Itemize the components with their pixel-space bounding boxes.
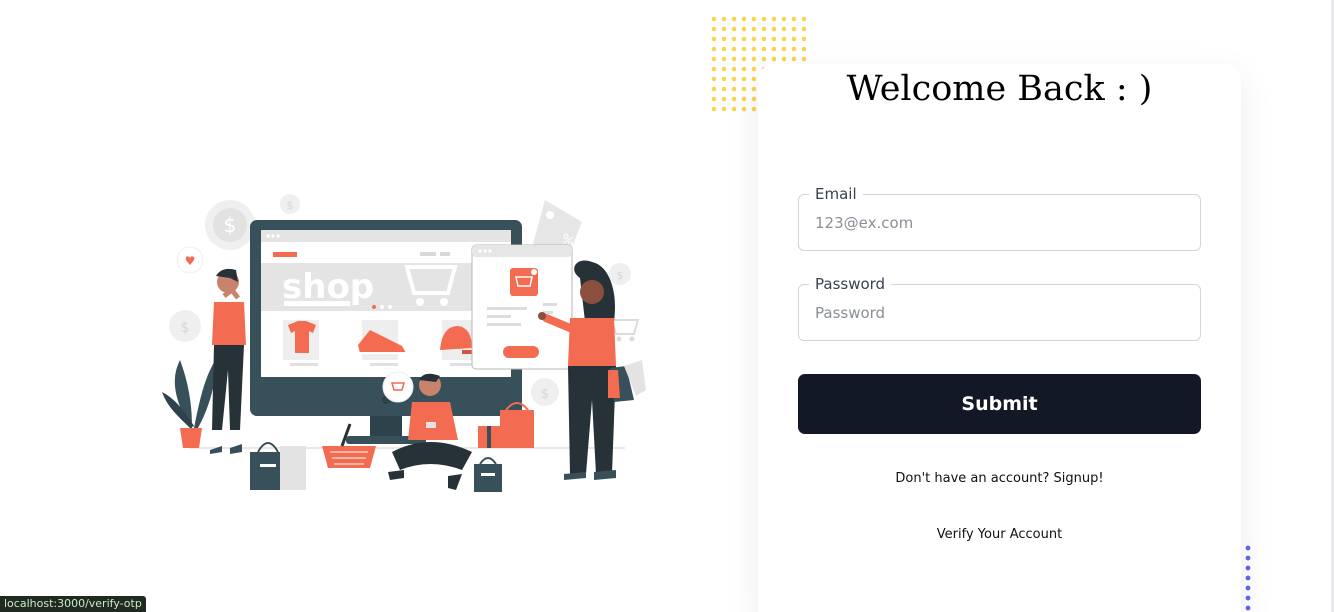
coin-icon: $ <box>169 310 201 342</box>
svg-text:$: $ <box>287 199 294 212</box>
signup-link[interactable]: Don't have an account? Signup! <box>758 471 1241 486</box>
page-title: Welcome Back : ) <box>846 69 1153 109</box>
decorative-dots-blue <box>1245 545 1251 611</box>
coin-icon: $ <box>205 200 255 250</box>
status-bar-url: localhost:3000/verify-otp <box>0 596 146 612</box>
shopping-bag <box>474 457 502 492</box>
verify-account-link[interactable]: Verify Your Account <box>758 527 1241 542</box>
shopping-bag <box>250 442 306 490</box>
password-field: Password <box>798 274 1201 341</box>
svg-text:$: $ <box>181 320 190 336</box>
login-page: $ $ $ $ $ % shop ♥ Welcome Back:) Emai… <box>0 0 1334 612</box>
email-field: Email <box>798 184 1201 251</box>
email-input[interactable] <box>815 195 1185 250</box>
svg-text:$: $ <box>617 269 624 282</box>
submit-button[interactable]: Submit <box>798 374 1201 434</box>
coin-icon: $ <box>280 194 300 214</box>
shopping-illustration: $ $ $ $ $ % shop ♥ <box>162 194 646 492</box>
product-popup <box>471 244 573 370</box>
password-input[interactable] <box>815 285 1185 340</box>
svg-text:$: $ <box>224 213 237 237</box>
svg-text:♥: ♥ <box>185 254 196 268</box>
cart-icon <box>610 319 640 342</box>
shopping-basket <box>322 423 376 468</box>
plant <box>162 356 218 448</box>
coin-icon: $ <box>609 263 631 285</box>
coin-icon: $ <box>531 378 559 406</box>
svg-text:$: $ <box>541 387 549 402</box>
